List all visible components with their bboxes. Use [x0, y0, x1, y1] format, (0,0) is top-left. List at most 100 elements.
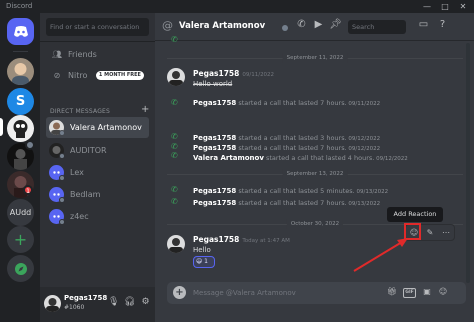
home-button[interactable]	[7, 18, 34, 45]
explore-servers-button[interactable]	[7, 255, 34, 282]
divider	[40, 41, 155, 42]
phone-call-icon: ✆	[171, 142, 178, 151]
message-text: Hello world	[193, 80, 233, 88]
microphone-icon[interactable]: 🎙︎	[108, 297, 119, 307]
add-reaction-tooltip: Add Reaction	[387, 207, 443, 222]
date-divider: September 13, 2022	[167, 169, 463, 179]
dm-item-z4ec[interactable]: z4ec	[46, 206, 149, 227]
user-tag: #1060	[64, 304, 85, 311]
attach-plus-icon[interactable]: +	[173, 286, 186, 299]
message-avatar[interactable]	[167, 68, 185, 86]
dm-name: AUDITOR	[70, 146, 107, 155]
server-separator	[13, 51, 28, 52]
person-photo-icon	[12, 63, 29, 85]
maximize-button[interactable]: □	[438, 0, 452, 13]
nitro-nav[interactable]: ⊘ Nitro 1 MONTH FREE	[46, 66, 149, 85]
call-log-4: Valera Artamonov started a call that las…	[193, 154, 408, 162]
dm-item-bedlam[interactable]: Bedlam	[46, 184, 149, 205]
at-icon: @	[162, 19, 173, 32]
server-avatar-1[interactable]	[7, 58, 34, 85]
date-label: September 11, 2022	[282, 53, 348, 63]
selected-indicator	[0, 118, 3, 136]
status-offline-icon	[59, 130, 65, 136]
chat-area: @ Valera Artamonov ✆ ▶ 📌︎ Search ▭ ? ✆ S…	[155, 13, 474, 322]
user-avatar[interactable]	[44, 295, 61, 312]
nitro-icon: ⊘	[53, 71, 61, 80]
title-bar: Discord — □ ✕	[0, 0, 474, 13]
create-dm-button[interactable]: +	[141, 104, 149, 115]
message-avatar[interactable]	[167, 235, 185, 253]
date-label: September 13, 2022	[282, 169, 348, 179]
user-panel: Pegas1758 #1060 🎙︎ 🎧︎ ⚙	[40, 287, 155, 322]
status-offline-icon	[59, 153, 65, 159]
server-list: S 1 AUdd +	[0, 13, 40, 322]
annotation-arrow-icon	[353, 238, 408, 272]
plus-icon: +	[13, 230, 28, 249]
add-server-button[interactable]: +	[7, 226, 34, 253]
message-author: Pegas1758 Today at 1:47 AM	[193, 235, 290, 244]
dm-name: Lex	[70, 168, 84, 177]
call-log-1: Pegas1758 started a call that lasted 7 h…	[193, 99, 381, 107]
date-label: October 30, 2022	[286, 219, 344, 229]
phone-call-icon: ✆	[171, 98, 178, 107]
gift-icon[interactable]: 🎁︎	[386, 287, 398, 296]
scrollbar[interactable]	[466, 43, 470, 283]
edit-icon[interactable]: ✎	[423, 226, 437, 239]
status-offline-icon	[59, 175, 65, 181]
server-audd[interactable]: AUdd	[7, 199, 34, 226]
compass-icon	[14, 262, 27, 275]
server-avatar-2[interactable]: S	[7, 88, 34, 115]
voice-call-icon[interactable]: ✆	[295, 19, 308, 30]
call-log-6: Pegas1758 started a call that lasted 7 h…	[193, 199, 381, 207]
sticker-icon[interactable]: ▣	[421, 287, 433, 296]
message-composer: + Message @Valera Artamonov 🎁︎ GIF ▣ ☺	[167, 282, 466, 304]
dm-item-auditor[interactable]: AUDITOR	[46, 140, 149, 161]
date-divider: September 11, 2022	[167, 53, 463, 63]
call-log-2: Pegas1758 started a call that lasted 3 h…	[193, 134, 381, 142]
chat-header: @ Valera Artamonov ✆ ▶ 📌︎ Search ▭ ?	[155, 13, 474, 41]
nitro-promo-badge: 1 MONTH FREE	[95, 71, 144, 80]
phone-call-icon: ✆	[171, 197, 178, 206]
friends-icon: 👥︎	[51, 50, 63, 59]
nitro-label: Nitro	[68, 71, 88, 80]
s-logo-icon: S	[15, 94, 26, 109]
server-avatar-3[interactable]	[7, 115, 34, 142]
call-log-5: Pegas1758 started a call that lasted 5 m…	[193, 187, 389, 195]
phone-call-icon: ✆	[171, 185, 178, 194]
message-author: Pegas1758 09/11/2022	[193, 69, 275, 78]
message-timestamp: Today at 1:47 AM	[242, 238, 290, 244]
help-icon[interactable]: ?	[436, 19, 449, 30]
dm-item-lex[interactable]: Lex	[46, 162, 149, 183]
dm-name: z4ec	[70, 212, 89, 221]
more-icon[interactable]: ⋯	[439, 226, 453, 239]
inbox-icon[interactable]: ▭	[417, 19, 430, 30]
skull-icon	[13, 120, 28, 138]
find-conversation-button[interactable]: Find or start a conversation	[46, 18, 149, 36]
mention-badge: 1	[23, 185, 33, 195]
phone-call-icon: ✆	[171, 151, 178, 160]
pin-icon[interactable]: 📌︎	[329, 19, 342, 30]
message-input[interactable]: Message @Valera Artamonov	[193, 282, 296, 304]
server-status-badge	[25, 140, 35, 150]
message-timestamp: 09/11/2022	[242, 72, 275, 78]
gif-button[interactable]: GIF	[403, 288, 416, 298]
dm-item-valera[interactable]: Valera Artamonov	[46, 117, 149, 138]
user-name: Pegas1758	[64, 294, 108, 302]
call-log-3: Pegas1758 started a call that lasted 7 h…	[193, 144, 381, 152]
chat-title: Valera Artamonov	[179, 21, 266, 31]
emoji-icon[interactable]: ☺	[437, 287, 449, 296]
headphones-icon[interactable]: 🎧︎	[124, 297, 135, 307]
video-call-icon[interactable]: ▶	[312, 19, 325, 30]
message-text: Hello	[193, 246, 211, 254]
friends-nav[interactable]: 👥︎ Friends	[46, 45, 149, 64]
status-offline-icon	[59, 197, 65, 203]
dm-sidebar: Find or start a conversation 👥︎ Friends …	[40, 13, 155, 322]
discord-window: Discord — □ ✕ S 1 AUdd + Find or start a…	[0, 0, 474, 322]
minimize-button[interactable]: —	[420, 0, 434, 13]
dm-name: Valera Artamonov	[70, 123, 142, 132]
close-button[interactable]: ✕	[456, 0, 470, 13]
reaction-chip[interactable]: 😃 1	[193, 256, 215, 268]
phone-call-icon: ✆	[171, 132, 178, 141]
search-input[interactable]: Search	[348, 20, 406, 34]
gear-icon[interactable]: ⚙	[140, 297, 151, 307]
